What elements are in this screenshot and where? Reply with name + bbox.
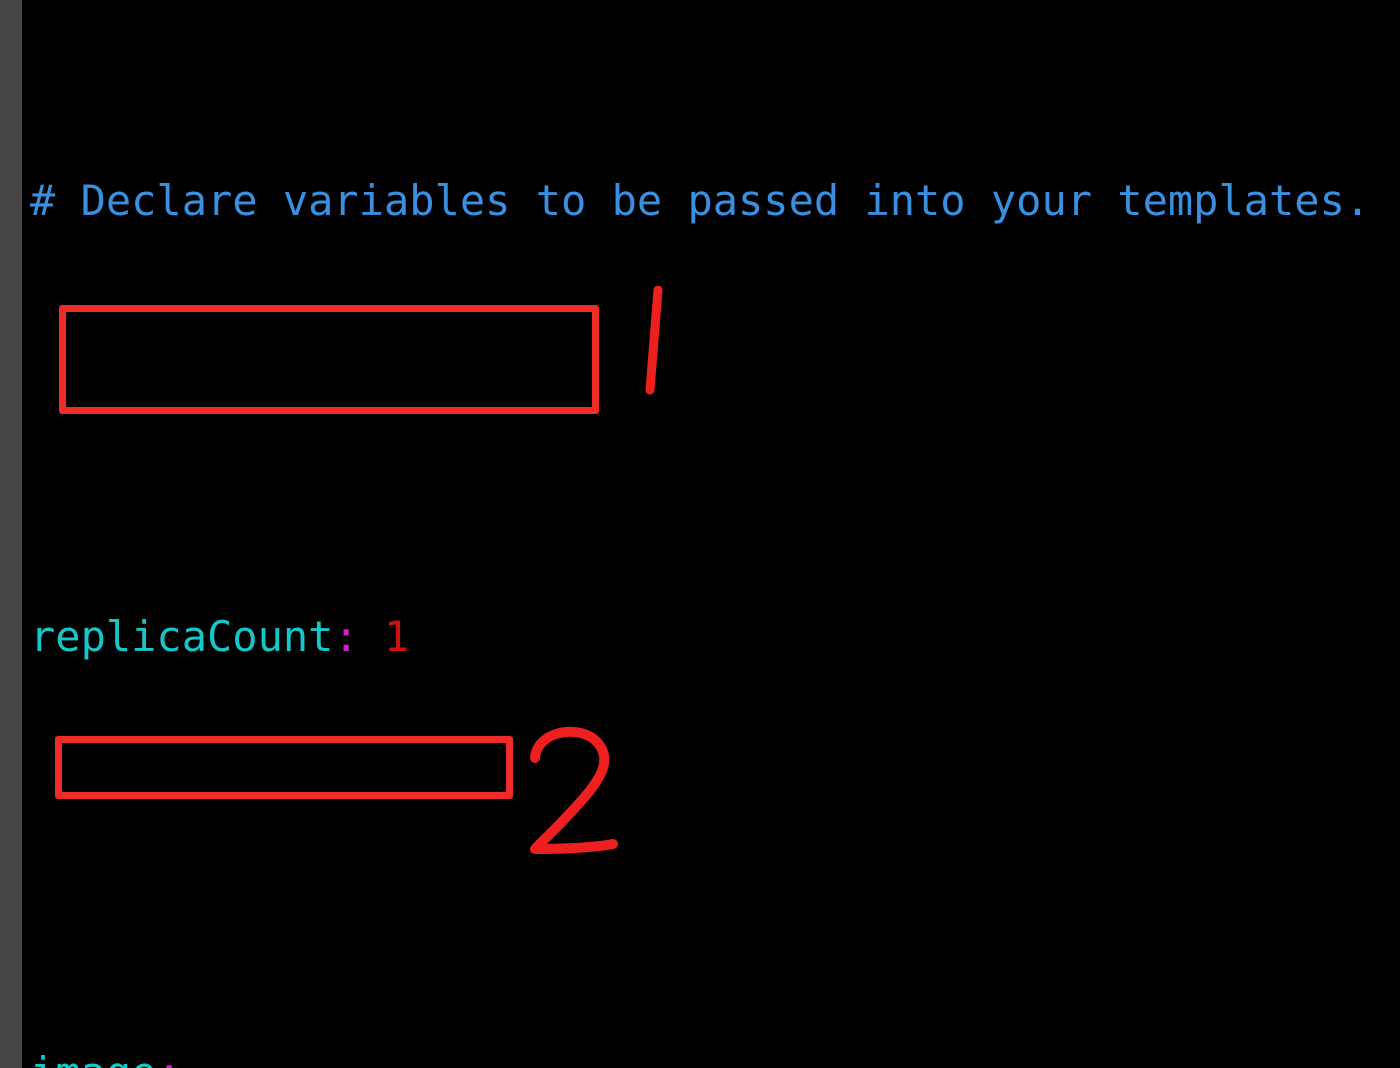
key-replicacount: replicaCount	[30, 611, 334, 661]
code-content[interactable]: # Declare variables to be passed into yo…	[30, 10, 1400, 1068]
colon: :	[333, 611, 359, 661]
code-line-image: image:	[30, 1046, 1400, 1068]
editor-gutter	[0, 0, 22, 1068]
value-replicacount: 1	[384, 611, 410, 661]
colon: :	[156, 1048, 181, 1068]
code-line-replicacount: replicaCount: 1	[30, 610, 1400, 665]
comment-text: # Declare variables to be passed into yo…	[30, 175, 1371, 225]
terminal-screen: # Declare variables to be passed into yo…	[0, 0, 1400, 1068]
code-line-comment: # Declare variables to be passed into yo…	[30, 174, 1400, 229]
key-image: image	[30, 1048, 156, 1068]
